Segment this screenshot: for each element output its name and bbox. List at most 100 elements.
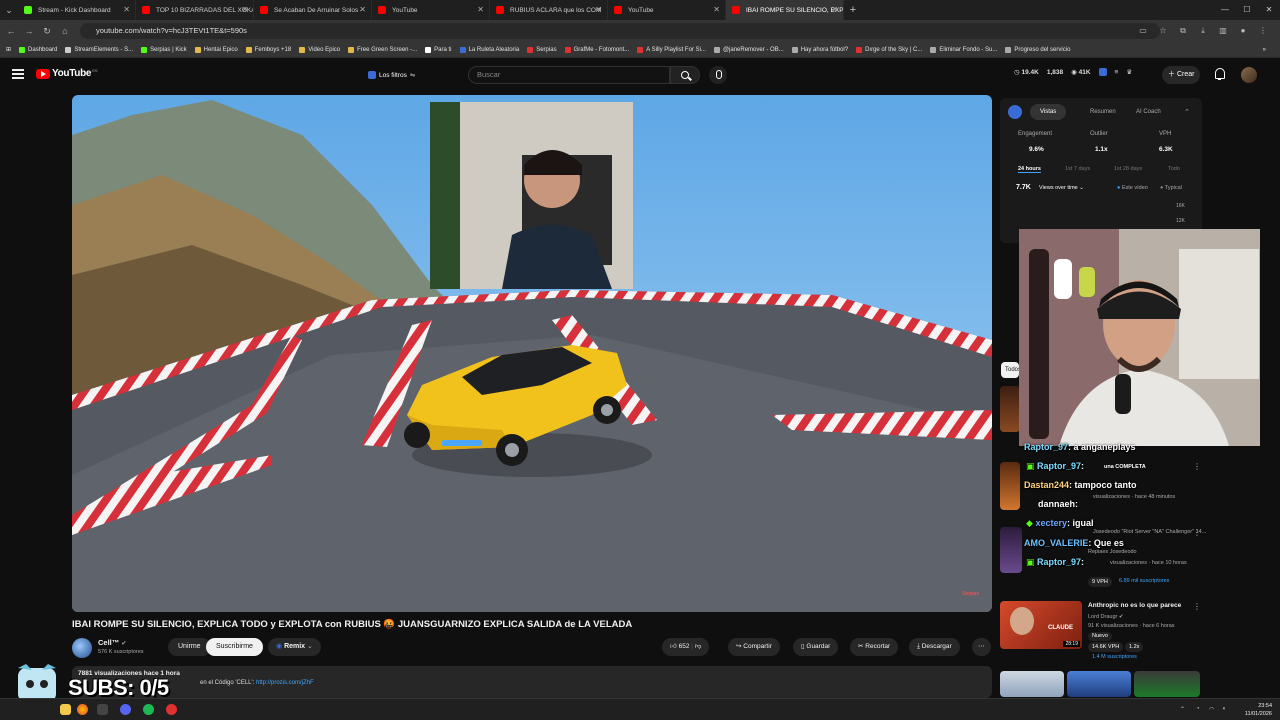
bookmark-item[interactable]: Dırge of the Sky | C... xyxy=(856,46,922,53)
bookmark-item[interactable]: Serpias | Kick xyxy=(141,46,187,53)
description-box[interactable]: 7881 visualizaciones hace 1 hora en el C… xyxy=(72,666,992,698)
hamburger-menu-icon[interactable] xyxy=(12,69,24,79)
bookmark-item[interactable]: StreamElements - S... xyxy=(65,46,133,53)
sort-icon[interactable]: ≡ xyxy=(1115,69,1119,76)
bookmark-item[interactable]: La Ruleta Aleatoria xyxy=(459,46,519,53)
create-button[interactable]: ＋ Crear xyxy=(1162,66,1201,84)
cast-icon[interactable]: ▭ xyxy=(1136,26,1150,36)
tray-expand-icon[interactable]: ⌃ xyxy=(1180,706,1185,713)
views-over-time-dropdown[interactable]: Views over time ⌄ xyxy=(1039,185,1084,191)
tab-resumen[interactable]: Resumen xyxy=(1080,104,1126,120)
tab-close-icon[interactable]: ✕ xyxy=(477,5,484,14)
thumbs-down-icon[interactable]: 👎︎ xyxy=(695,643,702,650)
rec-channel[interactable]: Lord Draugr ✔ xyxy=(1088,614,1124,620)
notifications-bell-icon[interactable] xyxy=(1214,68,1225,80)
range-24h[interactable]: 24 hours xyxy=(1018,166,1041,173)
video-thumbnail[interactable] xyxy=(1000,462,1020,510)
bookmark-item[interactable]: Femboys +18 xyxy=(245,46,291,53)
filters-button[interactable]: Los filtros ⇋ xyxy=(368,68,415,82)
profile-icon[interactable]: ● xyxy=(1236,26,1250,36)
extensions-icon[interactable]: ⧉ xyxy=(1176,26,1190,36)
file-explorer-icon[interactable] xyxy=(60,704,71,715)
bookmark-item[interactable]: A Silly Playlist For Si... xyxy=(637,46,706,53)
clip-button[interactable]: ✂ Recortar xyxy=(850,638,899,656)
rec-title-partial[interactable]: Josedeodo "Riot Server "NA" Challenger" … xyxy=(1093,529,1206,535)
reload-icon[interactable]: ↻ xyxy=(38,26,56,37)
minimize-icon[interactable]: — xyxy=(1214,0,1236,20)
bookmark-item[interactable]: Hay ahora fútbol? xyxy=(791,46,848,53)
chip-todos[interactable]: Todos xyxy=(1001,362,1019,378)
chrome-icon[interactable] xyxy=(77,704,88,715)
system-clock[interactable]: 23:54 11/01/2026 xyxy=(1245,702,1272,718)
youtube-logo[interactable]: YouTube ES xyxy=(36,68,98,79)
bookmarks-overflow-icon[interactable]: » xyxy=(1263,47,1266,53)
account-avatar[interactable] xyxy=(1241,67,1257,83)
split-view-icon[interactable]: ▥ xyxy=(1216,26,1230,36)
bookmark-item[interactable]: Free Green Screen -... xyxy=(348,46,417,53)
bookmark-item[interactable]: Dashboard xyxy=(19,46,57,53)
more-options-icon[interactable]: ⋮ xyxy=(1193,462,1201,471)
remix-button[interactable]: ◉ Remix ⌄ xyxy=(268,638,321,656)
share-button[interactable]: ↪ Compartir xyxy=(728,638,780,656)
tab-close-icon[interactable]: ✕ xyxy=(831,5,838,14)
tab-ai-coach[interactable]: AI Coach xyxy=(1126,104,1171,120)
downloads-icon[interactable]: ⤓ xyxy=(1196,26,1210,36)
tab-close-icon[interactable]: ✕ xyxy=(123,5,130,14)
video-player[interactable]: Serpias xyxy=(72,95,992,612)
more-options-icon[interactable]: ⋮ xyxy=(1193,602,1201,611)
tab-close-icon[interactable]: ✕ xyxy=(241,5,248,14)
spotify-icon[interactable] xyxy=(143,704,154,715)
forward-icon[interactable]: → xyxy=(20,26,38,36)
bookmark-item[interactable]: Serpias xyxy=(527,46,557,53)
browser-tab[interactable]: Se Acaban De Arruinar Solos - ✕ xyxy=(254,0,372,20)
rec-title[interactable]: Anthropic no es lo que parece xyxy=(1088,602,1188,609)
browser-menu-icon[interactable]: ⋮ xyxy=(1256,26,1270,36)
toggle-this-video[interactable]: ● Este vídeo xyxy=(1117,185,1148,191)
video-thumbnail-anthropic[interactable]: CLAUDE 28:19 xyxy=(1000,601,1082,649)
more-actions-button[interactable]: ⋯ xyxy=(972,638,991,656)
join-button[interactable]: Unirme xyxy=(168,638,211,656)
discord-icon[interactable] xyxy=(120,704,131,715)
voice-search-icon[interactable] xyxy=(709,66,727,84)
home-icon[interactable]: ⌂ xyxy=(56,26,74,36)
bookmark-item[interactable]: Para ti xyxy=(425,46,452,53)
network-icon[interactable]: ◔ xyxy=(1196,706,1200,712)
wifi-icon[interactable]: ◠ xyxy=(1209,706,1214,713)
search-input[interactable]: Buscar xyxy=(468,66,670,84)
browser-tab[interactable]: TOP 10 BIZARRADAS DEL XOKAS ✕ xyxy=(136,0,254,20)
video-thumbnail[interactable] xyxy=(1000,386,1020,432)
browser-tab[interactable]: Stream - Kick Dashboard ✕ xyxy=(18,0,136,20)
range-7d[interactable]: 1st 7 days xyxy=(1065,166,1090,172)
toggle-typical[interactable]: ● Typical xyxy=(1160,185,1182,191)
app-icon[interactable] xyxy=(97,704,108,715)
video-thumbnail[interactable] xyxy=(1067,671,1131,697)
channel-name[interactable]: Cell™ ✔ xyxy=(98,638,126,647)
volume-icon[interactable]: ◖ xyxy=(1222,706,1226,712)
video-thumbnail[interactable] xyxy=(1000,527,1022,573)
tab-vistas[interactable]: Vistas xyxy=(1030,104,1067,120)
new-tab-button[interactable]: + xyxy=(844,4,862,16)
tab-close-icon[interactable]: ✕ xyxy=(595,5,602,14)
range-all[interactable]: Todo xyxy=(1168,166,1180,172)
url-field[interactable]: youtube.com/watch?v=hcJ3TEVt1TE&t=590s xyxy=(80,23,1160,39)
bookmark-item[interactable]: Video Epico xyxy=(299,46,340,53)
close-window-icon[interactable]: ✕ xyxy=(1258,0,1280,20)
trophy-icon[interactable]: ♛ xyxy=(1126,68,1132,76)
bookmark-item[interactable]: Hentai Epico xyxy=(194,46,238,53)
tab-search-icon[interactable]: ⌄ xyxy=(0,5,18,16)
browser-tab[interactable]: IBAI ROMPE SU SILENCIO, EXPLI ✕ xyxy=(726,0,844,20)
browser-tab[interactable]: YouTube ✕ xyxy=(372,0,490,20)
bookmark-item[interactable]: @janeRemover - OB... xyxy=(713,46,784,53)
download-button[interactable]: ⤓ Descargar xyxy=(909,638,960,656)
obs-icon[interactable] xyxy=(166,704,177,715)
channel-avatar[interactable] xyxy=(72,638,92,658)
browser-tab[interactable]: RUBIUS ACLARA que los COM ✕ xyxy=(490,0,608,20)
subscribe-button[interactable]: Suscribirme xyxy=(206,638,263,656)
search-button[interactable] xyxy=(670,66,700,84)
browser-tab[interactable]: YouTube ✕ xyxy=(608,0,726,20)
bookmark-item[interactable]: Eliminar Fondo - Su... xyxy=(930,46,997,53)
range-28d[interactable]: 1st 28 days xyxy=(1114,166,1142,172)
video-thumbnail[interactable] xyxy=(1134,671,1200,697)
description-link[interactable]: http://prozis.com/jZhF xyxy=(256,680,314,686)
like-button[interactable]: 👍︎ 652 | 👎︎ xyxy=(662,638,710,656)
